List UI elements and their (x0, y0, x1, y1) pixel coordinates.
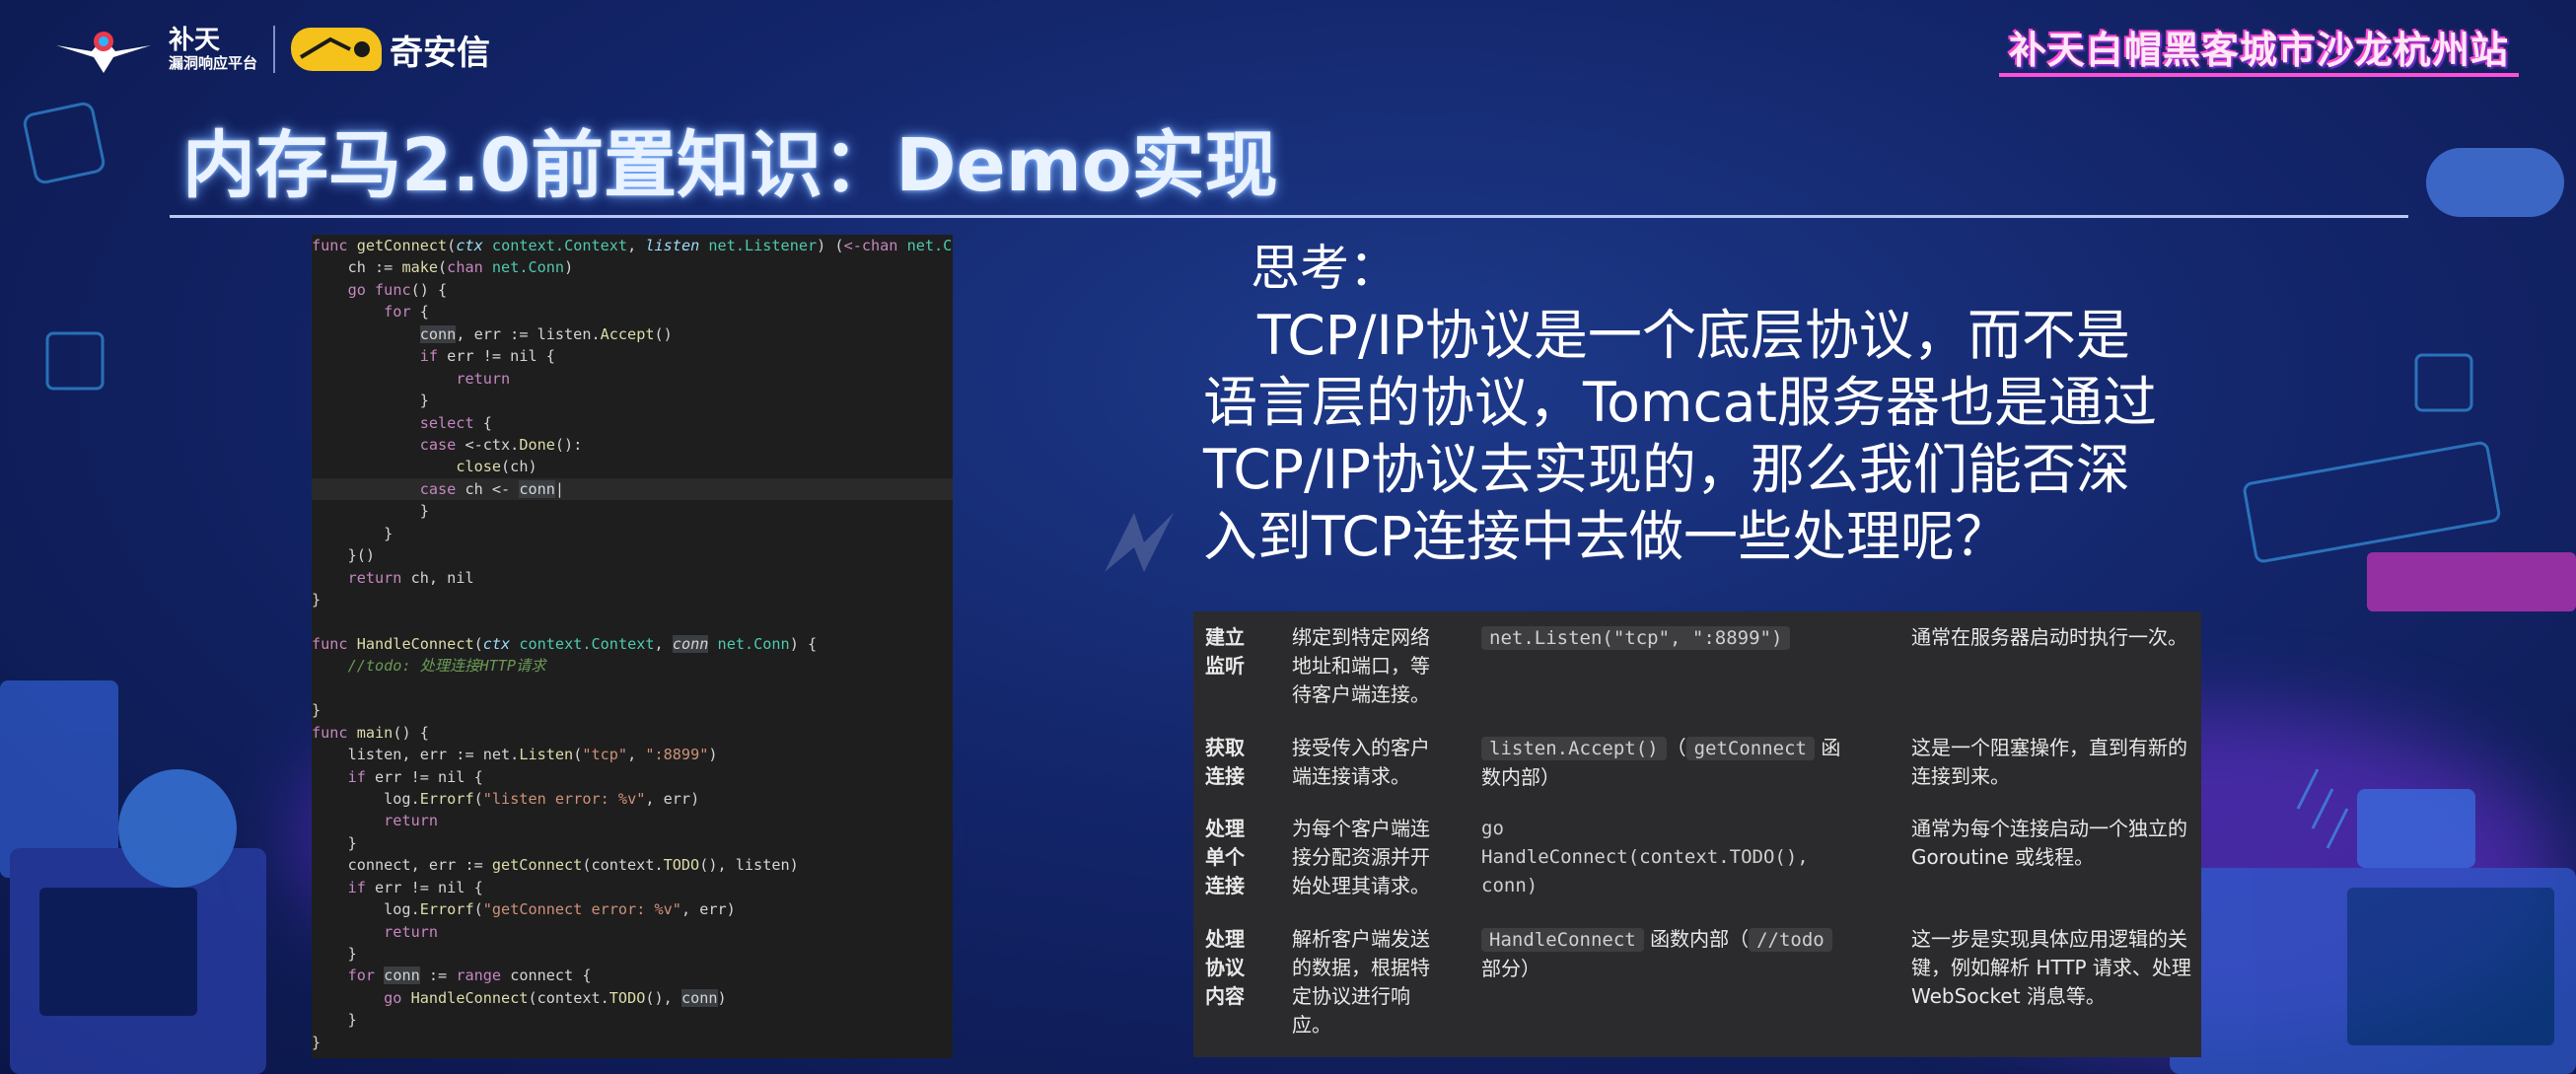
code-line: if err != nil { (419, 347, 555, 366)
code-chip: //todo (1749, 928, 1832, 952)
event-title: 补天白帽黑客城市沙龙杭州站 (1998, 20, 2519, 77)
code-line: select { (419, 413, 492, 432)
code-line: } (312, 1033, 322, 1051)
code-line: func main() { (312, 723, 429, 742)
code-snippet: func getConnect(ctx context.Context, lis… (312, 235, 953, 1058)
code-line: connect, err := getConnect(context.TODO(… (312, 856, 799, 875)
code-line: } (312, 502, 429, 521)
code-line: } (312, 1011, 357, 1030)
code-line: } (312, 701, 322, 720)
code-line: if err != nil { (347, 767, 483, 786)
code-line: } (312, 524, 394, 542)
code-line: } (312, 945, 357, 963)
step-note: 这一步是实现具体应用逻辑的关 键，例如解析 HTTP 请求、处理 WebSocket… (1911, 927, 2191, 1008)
step-description: 绑定到特定网络 地址和端口，等 待客户端连接。 (1292, 625, 1430, 706)
step-description: 接受传入的客户 端连接请求。 (1292, 736, 1430, 788)
connection-steps-table: 建立 监听 绑定到特定网络 地址和端口，等 待客户端连接。 net.Listen("t… (1193, 611, 2201, 1057)
step-description: 解析客户端发送 的数据，根据特 定协议进行响 应。 (1292, 927, 1430, 1037)
thinking-text: TCP/IP协议是一个底层协议，而不是 语言层的协议，Tomcat服务器也是通过… (1203, 302, 2189, 570)
code-line: func getConnect(ctx context.Context, lis… (312, 237, 953, 254)
step-name: 获取 连接 (1205, 736, 1245, 788)
code-line: for { (384, 303, 429, 322)
butian-logo-icon (54, 24, 153, 75)
step-note: 这是一个阻塞操作，直到有新的 连接到来。 (1911, 736, 2187, 788)
step-name: 建立 监听 (1205, 625, 1245, 678)
code-line: log.Errorf("getConnect error: %v", err) (312, 900, 736, 919)
step-code: HandleConnect 函数内部（//todo 部分） (1481, 925, 1876, 983)
butian-brand: 补天 漏洞响应平台 (169, 27, 257, 72)
thinking-line: TCP/IP协议是一个底层协议，而不是 (1203, 304, 2130, 367)
page-title: 内存马2.0前置知识：Demo实现 (182, 123, 1278, 208)
step-note: 通常在服务器启动时执行一次。 (1911, 625, 2187, 649)
code-line: case <-ctx.Done(): (419, 435, 583, 454)
thinking-line: TCP/IP协议去实现的，那么我们能否深 (1203, 438, 2130, 501)
header-logos: 补天 漏洞响应平台 奇安信 (54, 20, 490, 79)
step-code: net.Listen("tcp", ":8899") (1481, 623, 1876, 653)
thinking-line: 语言层的协议，Tomcat服务器也是通过 (1203, 371, 2157, 434)
code-line: } (312, 591, 322, 609)
thinking-label: 思考： (1251, 240, 1398, 297)
code-chip: listen.Accept() (1481, 737, 1667, 760)
code-line: return ch, nil (347, 568, 474, 587)
code-chip: getConnect (1685, 737, 1815, 760)
code-line: }() (312, 546, 376, 565)
partner-name: 奇安信 (390, 33, 491, 73)
code-line: if err != nil { (347, 878, 483, 896)
code-line: return (384, 922, 439, 941)
code-line: conn, err := listen.Accept() (419, 324, 673, 343)
thinking-line: 入到TCP连接中去做一些处理呢？ (1203, 505, 2009, 568)
watermark-icon (1105, 513, 1174, 572)
code-line: } (312, 392, 429, 410)
code-line: go HandleConnect(context.TODO(), conn) (384, 988, 727, 1007)
logo-divider (273, 26, 276, 73)
code-line: close(ch) (456, 458, 537, 476)
code-line: go func() { (347, 280, 448, 299)
code-line: log.Errorf("listen error: %v", err) (312, 789, 700, 808)
brand-sub: 漏洞响应平台 (169, 54, 258, 72)
step-code: go HandleConnect(context.TODO(), conn) (1481, 818, 1809, 896)
code-line-current: case ch <- conn| (312, 477, 953, 501)
step-code: listen.Accept() （getConnect 函 数内部） (1481, 736, 1841, 789)
code-line: } (312, 833, 357, 852)
code-line: func HandleConnect(ctx context.Context, … (312, 634, 818, 653)
code-line: //todo: 处理连接HTTP请求 (347, 657, 546, 676)
code-chip: HandleConnect (1481, 928, 1644, 952)
step-name: 处理 协议 内容 (1205, 927, 1245, 1008)
code-line: return (456, 369, 511, 388)
step-name: 处理 单个 连接 (1205, 817, 1245, 897)
title-divider (170, 215, 2408, 218)
qianxin-badge-icon (291, 28, 383, 71)
code-line: listen, err := net.Listen("tcp", ":8899"… (312, 746, 718, 764)
brand-main: 补天 (169, 26, 221, 55)
qianxin-logo: 奇安信 (291, 26, 490, 74)
step-description: 为每个客户端连 接分配资源并开 始处理其请求。 (1292, 817, 1430, 897)
code-chip: net.Listen("tcp", ":8899") (1481, 626, 1791, 650)
code-line: return (384, 812, 439, 830)
code-line: for conn := range connect { (347, 967, 592, 985)
step-note: 通常为每个连接启动一个独立的 Goroutine 或线程。 (1911, 817, 2187, 869)
code-line: ch := make(chan net.Conn) (312, 258, 574, 277)
